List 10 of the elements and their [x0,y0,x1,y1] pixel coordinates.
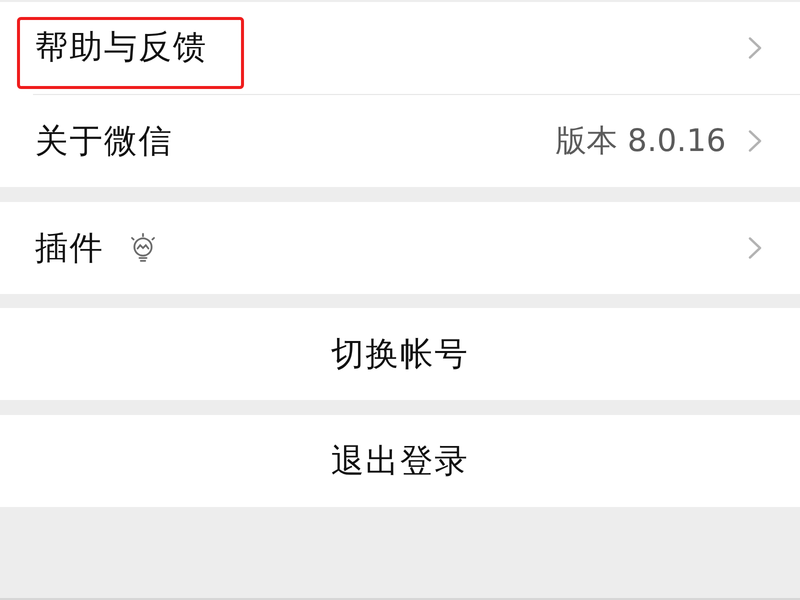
row-value: 版本 8.0.16 [556,124,726,158]
settings-row[interactable]: 帮助与反馈 [0,2,800,94]
chevron-right-icon [748,130,762,152]
row-label: 关于微信 [35,124,173,158]
chevron-right-icon [748,37,762,59]
chevron-right-icon [748,236,762,258]
row-label: 插件 [35,230,104,264]
row-label: 帮助与反馈 [35,27,208,66]
settings-row[interactable]: 插件 [0,202,800,294]
settings-row[interactable]: 关于微信 版本 8.0.16 [0,95,800,187]
